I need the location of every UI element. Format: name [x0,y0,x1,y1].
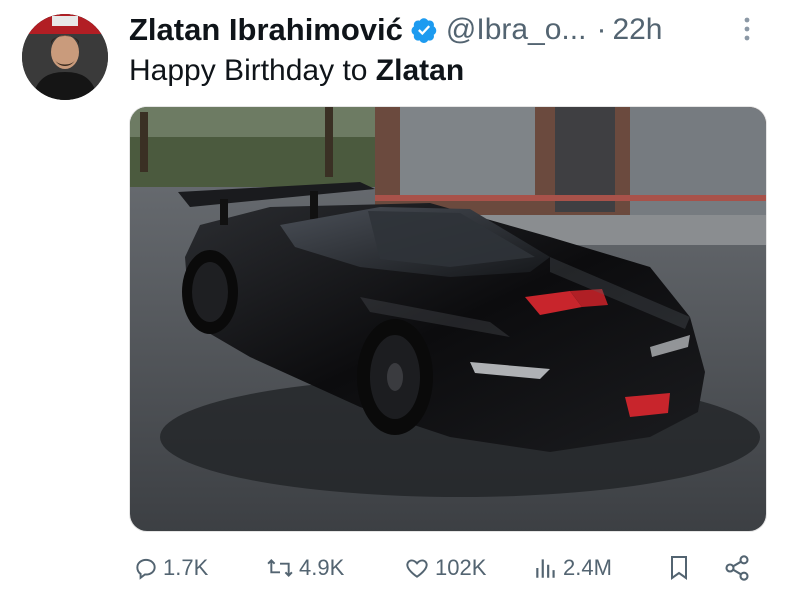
verified-badge-icon [410,16,438,44]
tweet-image[interactable] [129,106,767,532]
author-handle[interactable]: @Ibra_o... [446,13,587,47]
tweet-text-prefix: Happy Birthday to [129,54,376,87]
tweet-text-mention: Zlatan [375,54,465,87]
views-button[interactable]: 2.4M [529,548,612,588]
reply-icon [133,555,159,581]
separator: · [596,13,607,46]
heart-icon [403,555,431,581]
tweet-text: Happy Birthday to Zlatan [129,54,464,88]
action-bar: 1.7K 4.9K 102K 2.4M [129,548,769,588]
repost-count: 4.9K [299,555,345,580]
bookmark-button[interactable] [663,548,691,588]
like-button[interactable]: 102K [399,548,486,588]
author-name[interactable]: Zlatan Ibrahimović [129,12,403,48]
like-count: 102K [435,555,487,580]
tweet-header: Zlatan Ibrahimović @Ibra_o... · 22h [129,10,769,50]
avatar[interactable] [22,14,108,100]
view-count: 2.4M [563,555,612,580]
timestamp[interactable]: 22h [612,13,662,47]
bookmark-icon [667,554,691,582]
more-vertical-icon[interactable] [737,14,757,44]
share-icon [723,554,751,582]
car-photo [130,107,766,531]
repost-button[interactable]: 4.9K [261,548,344,588]
avatar-photo [22,14,108,100]
share-button[interactable] [719,548,751,588]
reply-count: 1.7K [163,555,209,580]
views-icon [533,555,559,581]
reply-button[interactable]: 1.7K [129,548,208,588]
repost-icon [265,555,295,581]
